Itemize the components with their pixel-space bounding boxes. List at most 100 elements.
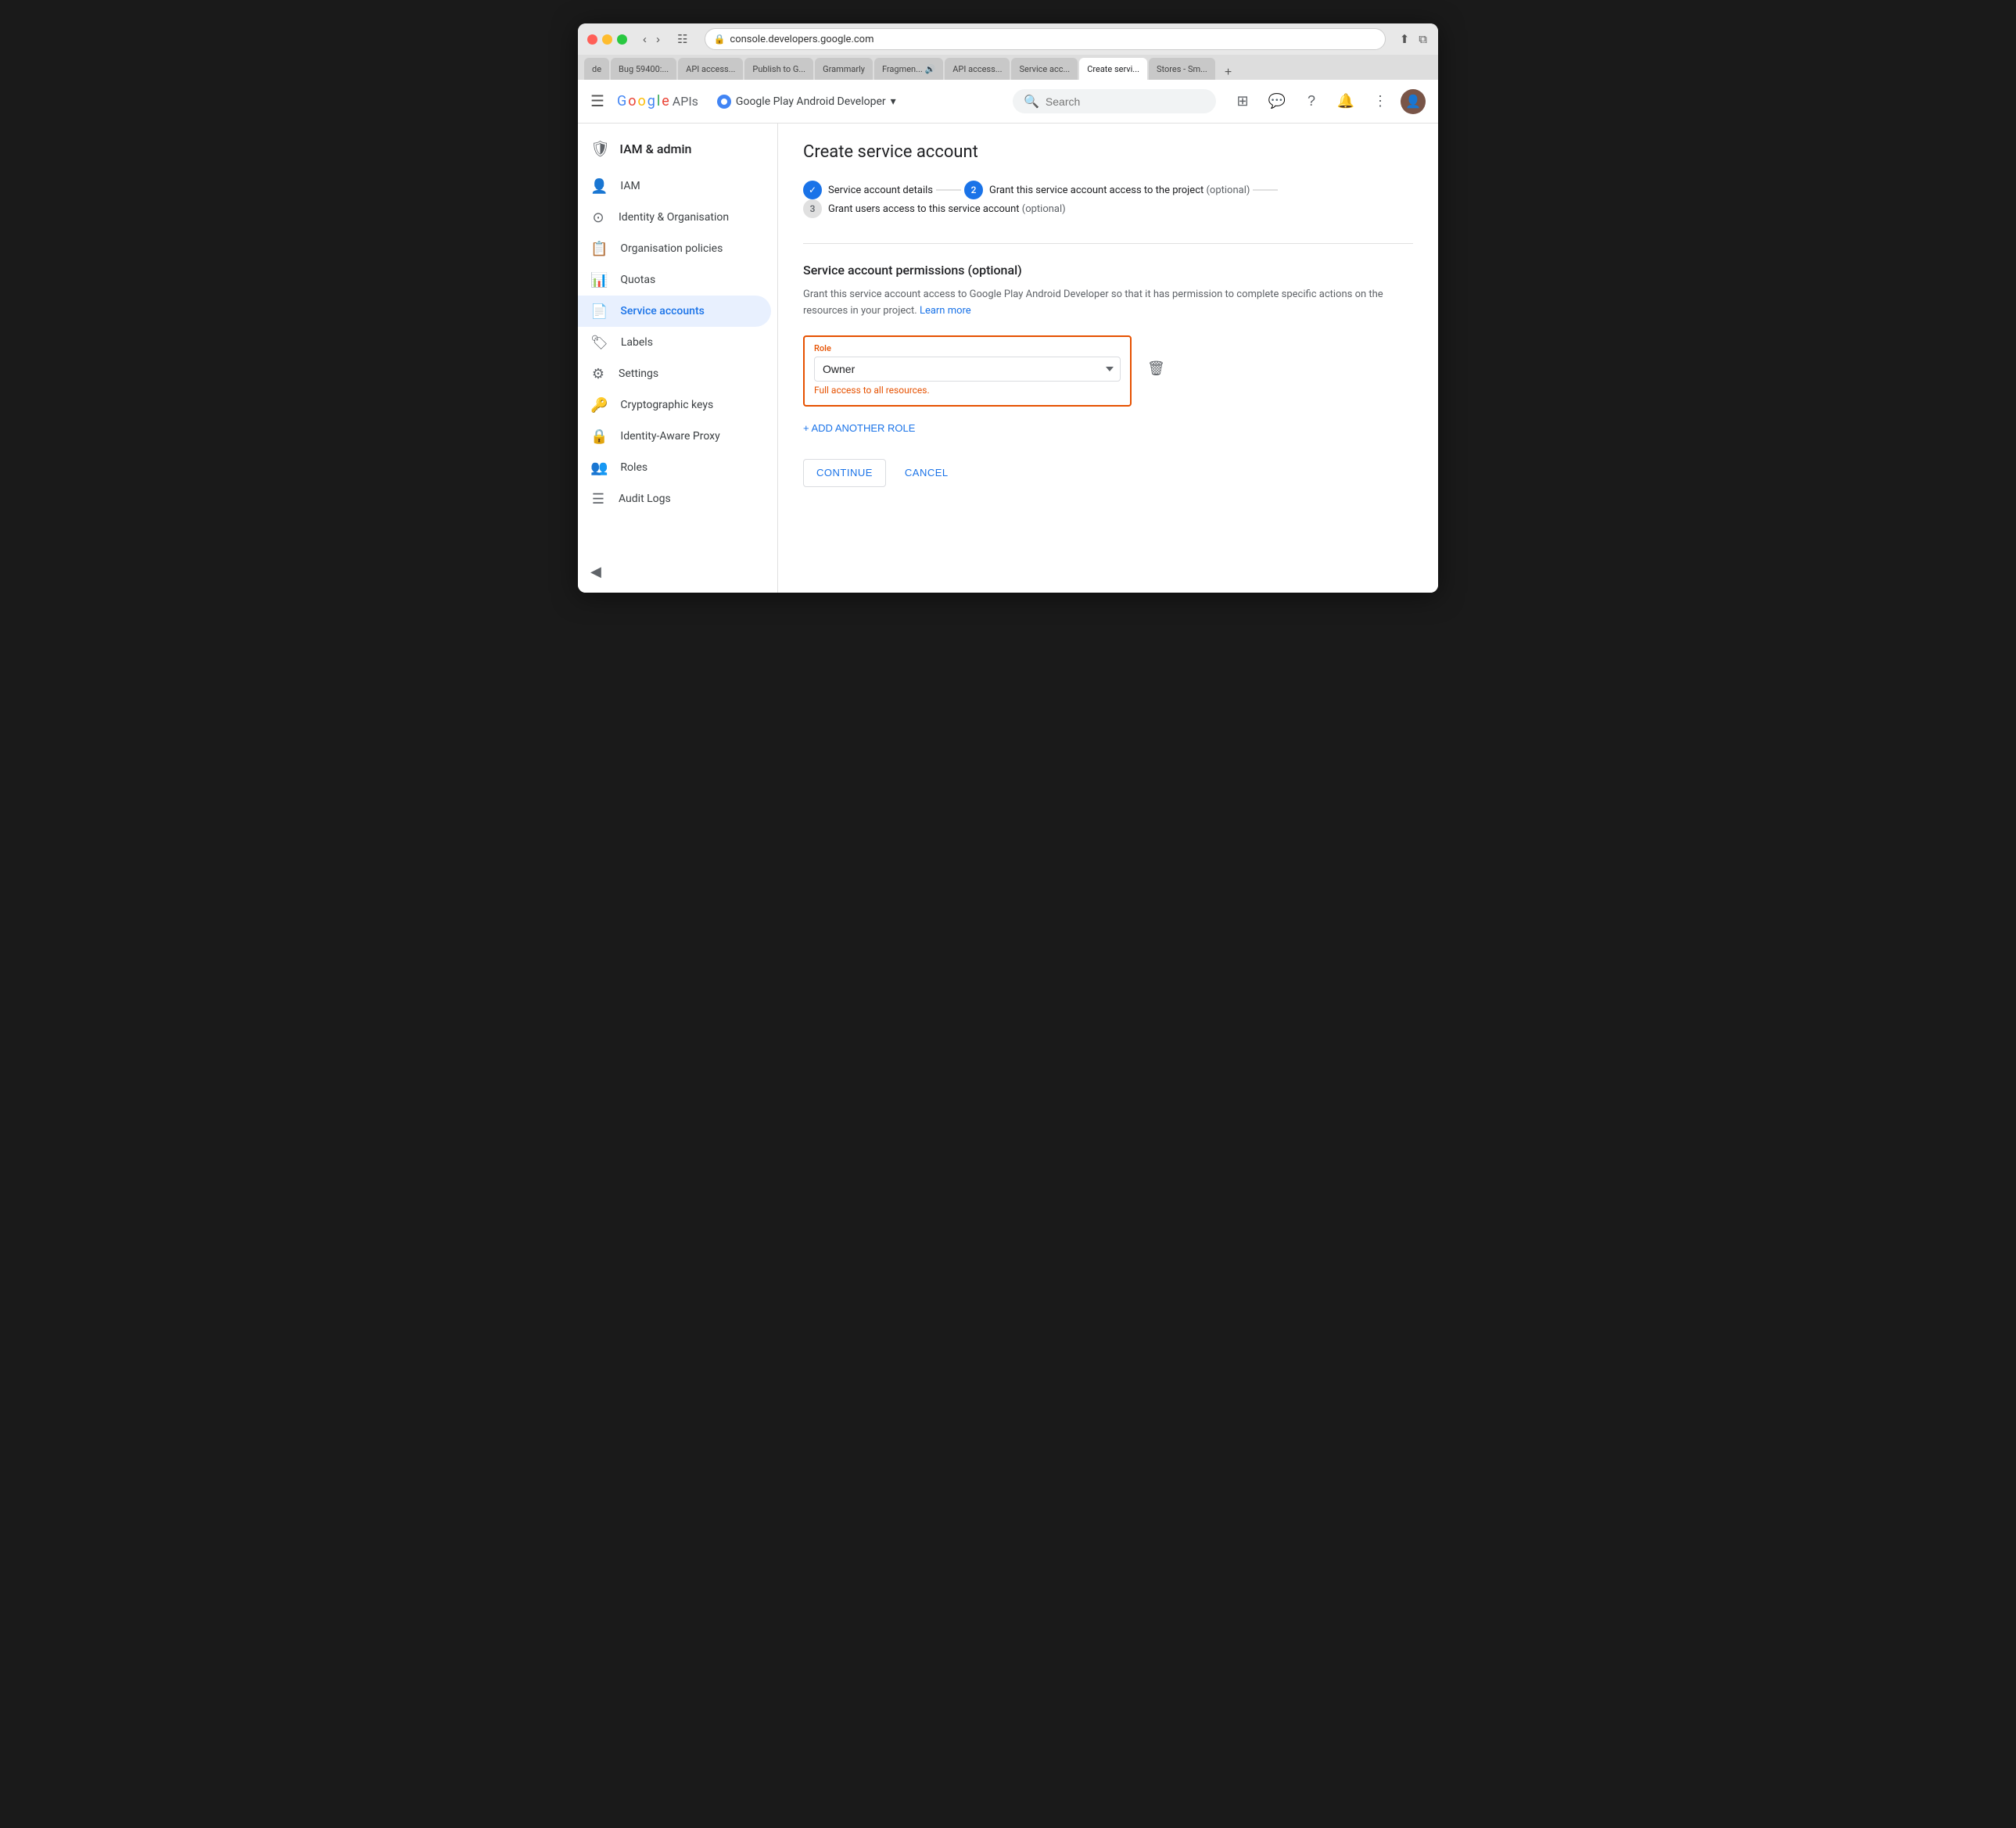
new-tab-add-button[interactable]: + xyxy=(1220,66,1236,80)
sidebar-item-label-identity: Identity & Organisation xyxy=(619,211,729,224)
sidebar: 🛡 IAM & admin 👤 IAM ⊙ Identity & Organis… xyxy=(578,124,778,593)
tab-stores[interactable]: Stores - Sm... xyxy=(1149,58,1215,80)
step-1-label: Service account details xyxy=(828,185,933,196)
browser-window: ‹ › ☷ 🔒 console.developers.google.com ⬆ … xyxy=(578,23,1438,593)
audit-logs-icon: ☰ xyxy=(590,491,606,507)
learn-more-link[interactable]: Learn more xyxy=(920,305,971,317)
stepper: ✓ Service account details 2 Grant this s… xyxy=(803,181,1413,218)
step-1: ✓ Service account details xyxy=(803,181,933,199)
sidebar-item-roles[interactable]: 👥 Roles xyxy=(578,452,771,483)
chat-icon[interactable]: 💬 xyxy=(1263,88,1291,116)
back-button[interactable]: ‹ xyxy=(640,31,650,48)
search-input[interactable] xyxy=(1046,95,1205,108)
roles-icon: 👥 xyxy=(590,460,608,476)
sidebar-item-labels[interactable]: 🏷 Labels xyxy=(578,327,771,358)
role-hint: Full access to all resources. xyxy=(814,385,1121,396)
step-connector-1 xyxy=(936,189,961,191)
tab-api2[interactable]: API access... xyxy=(945,58,1010,80)
traffic-lights xyxy=(587,34,627,45)
apis-text: APIs xyxy=(673,94,698,109)
identity-aware-proxy-icon: 🔒 xyxy=(590,428,608,445)
section-title: Service account permissions (optional) xyxy=(803,263,1413,278)
logo-g2: g xyxy=(647,93,655,109)
sidebar-item-label-org-policies: Organisation policies xyxy=(620,242,723,255)
logo-g: G xyxy=(617,93,626,109)
forward-button[interactable]: › xyxy=(653,31,663,48)
sidebar-item-org-policies[interactable]: 📋 Organisation policies xyxy=(578,233,771,264)
quotas-icon: 📊 xyxy=(590,272,608,289)
project-selector[interactable]: Google Play Android Developer ▾ xyxy=(711,91,902,112)
search-bar[interactable]: 🔍 xyxy=(1013,89,1216,113)
step-connector-2 xyxy=(1253,189,1278,191)
app-header: ☰ Google APIs Google Play Android Develo… xyxy=(578,80,1438,124)
avatar[interactable]: 👤 xyxy=(1401,89,1426,114)
sidebar-collapse-icon: ◀ xyxy=(590,564,601,580)
search-icon: 🔍 xyxy=(1024,94,1039,109)
delete-role-button[interactable]: 🗑 xyxy=(1144,357,1168,380)
project-dropdown-icon: ▾ xyxy=(891,95,896,108)
sidebar-item-quotas[interactable]: 📊 Quotas xyxy=(578,264,771,296)
identity-icon: ⊙ xyxy=(590,210,606,226)
new-tab-button[interactable]: ⧉ xyxy=(1417,30,1429,48)
sidebar-item-identity[interactable]: ⊙ Identity & Organisation xyxy=(578,202,771,233)
tab-de[interactable]: de xyxy=(584,58,609,80)
action-buttons: CONTINUE CANCEL xyxy=(803,459,1413,487)
address-bar[interactable]: 🔒 console.developers.google.com xyxy=(705,28,1385,50)
step-1-circle: ✓ xyxy=(803,181,822,199)
lock-icon: 🔒 xyxy=(713,34,725,45)
sidebar-item-iam[interactable]: 👤 IAM xyxy=(578,170,771,202)
sidebar-item-label-audit-logs: Audit Logs xyxy=(619,493,671,505)
tab-grammarly[interactable]: Grammarly xyxy=(815,58,873,80)
logo-o1: o xyxy=(628,93,636,109)
google-apis-logo: Google APIs xyxy=(617,93,698,109)
sidebar-item-service-accounts[interactable]: 📄 Service accounts xyxy=(578,296,771,327)
tab-publish[interactable]: Publish to G... xyxy=(744,58,813,80)
service-accounts-icon: 📄 xyxy=(590,303,608,320)
title-bar: ‹ › ☷ 🔒 console.developers.google.com ⬆ … xyxy=(578,23,1438,55)
title-bar-actions: ⬆ ⧉ xyxy=(1398,30,1429,48)
sidebar-item-label-iam: IAM xyxy=(620,180,640,192)
sidebar-item-audit-logs[interactable]: ☰ Audit Logs xyxy=(578,483,771,514)
sidebar-item-settings[interactable]: ⚙ Settings xyxy=(578,358,771,389)
sidebar-item-label-service-accounts: Service accounts xyxy=(620,305,704,317)
sidebar-item-identity-aware-proxy[interactable]: 🔒 Identity-Aware Proxy xyxy=(578,421,771,452)
cryptographic-keys-icon: 🔑 xyxy=(590,397,608,414)
sidebar-title: IAM & admin xyxy=(619,142,691,156)
section-description: Grant this service account access to Goo… xyxy=(803,287,1413,320)
tab-bug[interactable]: Bug 59400:... xyxy=(611,58,676,80)
role-select[interactable]: Owner Editor Viewer Browser xyxy=(814,357,1121,382)
org-policies-icon: 📋 xyxy=(590,241,608,257)
iam-admin-icon: 🛡 xyxy=(590,139,610,158)
sidebar-item-label-settings: Settings xyxy=(619,367,658,380)
step-3: 3 Grant users access to this service acc… xyxy=(803,199,1066,218)
address-bar-area: 🔒 console.developers.google.com xyxy=(705,28,1385,50)
maximize-button[interactable] xyxy=(617,34,627,45)
menu-button[interactable]: ☰ xyxy=(590,91,604,111)
apps-icon[interactable]: ⊞ xyxy=(1229,88,1257,116)
url-text: console.developers.google.com xyxy=(730,34,873,45)
share-button[interactable]: ⬆ xyxy=(1398,30,1412,48)
minimize-button[interactable] xyxy=(602,34,612,45)
main-layout: 🛡 IAM & admin 👤 IAM ⊙ Identity & Organis… xyxy=(578,124,1438,593)
browser-tabs: de Bug 59400:... API access... Publish t… xyxy=(578,55,1438,80)
add-another-role-button[interactable]: + ADD ANOTHER ROLE xyxy=(803,416,915,440)
tab-service-acc[interactable]: Service acc... xyxy=(1011,58,1078,80)
role-field-wrapper: Role Owner Editor Viewer Browser Full ac… xyxy=(803,335,1132,407)
notifications-icon[interactable]: 🔔 xyxy=(1332,88,1360,116)
tab-api1[interactable]: API access... xyxy=(678,58,743,80)
continue-button[interactable]: CONTINUE xyxy=(803,459,886,487)
sidebar-item-cryptographic-keys[interactable]: 🔑 Cryptographic keys xyxy=(578,389,771,421)
iam-icon: 👤 xyxy=(590,178,608,195)
more-vert-icon[interactable]: ⋮ xyxy=(1366,88,1394,116)
tab-fragment[interactable]: Fragmen... 🔊 xyxy=(874,58,943,80)
help-icon[interactable]: ? xyxy=(1297,88,1325,116)
close-button[interactable] xyxy=(587,34,597,45)
tab-create-service[interactable]: Create servi... xyxy=(1079,58,1147,80)
sidebar-collapse-button[interactable]: ◀ xyxy=(578,557,777,586)
content-area: Create service account ✓ Service account… xyxy=(778,124,1438,593)
tab-group-button[interactable]: ☷ xyxy=(673,30,692,48)
sidebar-item-label-cryptographic-keys: Cryptographic keys xyxy=(620,399,713,411)
sidebar-item-label-labels: Labels xyxy=(621,336,653,349)
cancel-button[interactable]: CANCEL xyxy=(899,459,955,487)
logo-o2: o xyxy=(637,93,645,109)
